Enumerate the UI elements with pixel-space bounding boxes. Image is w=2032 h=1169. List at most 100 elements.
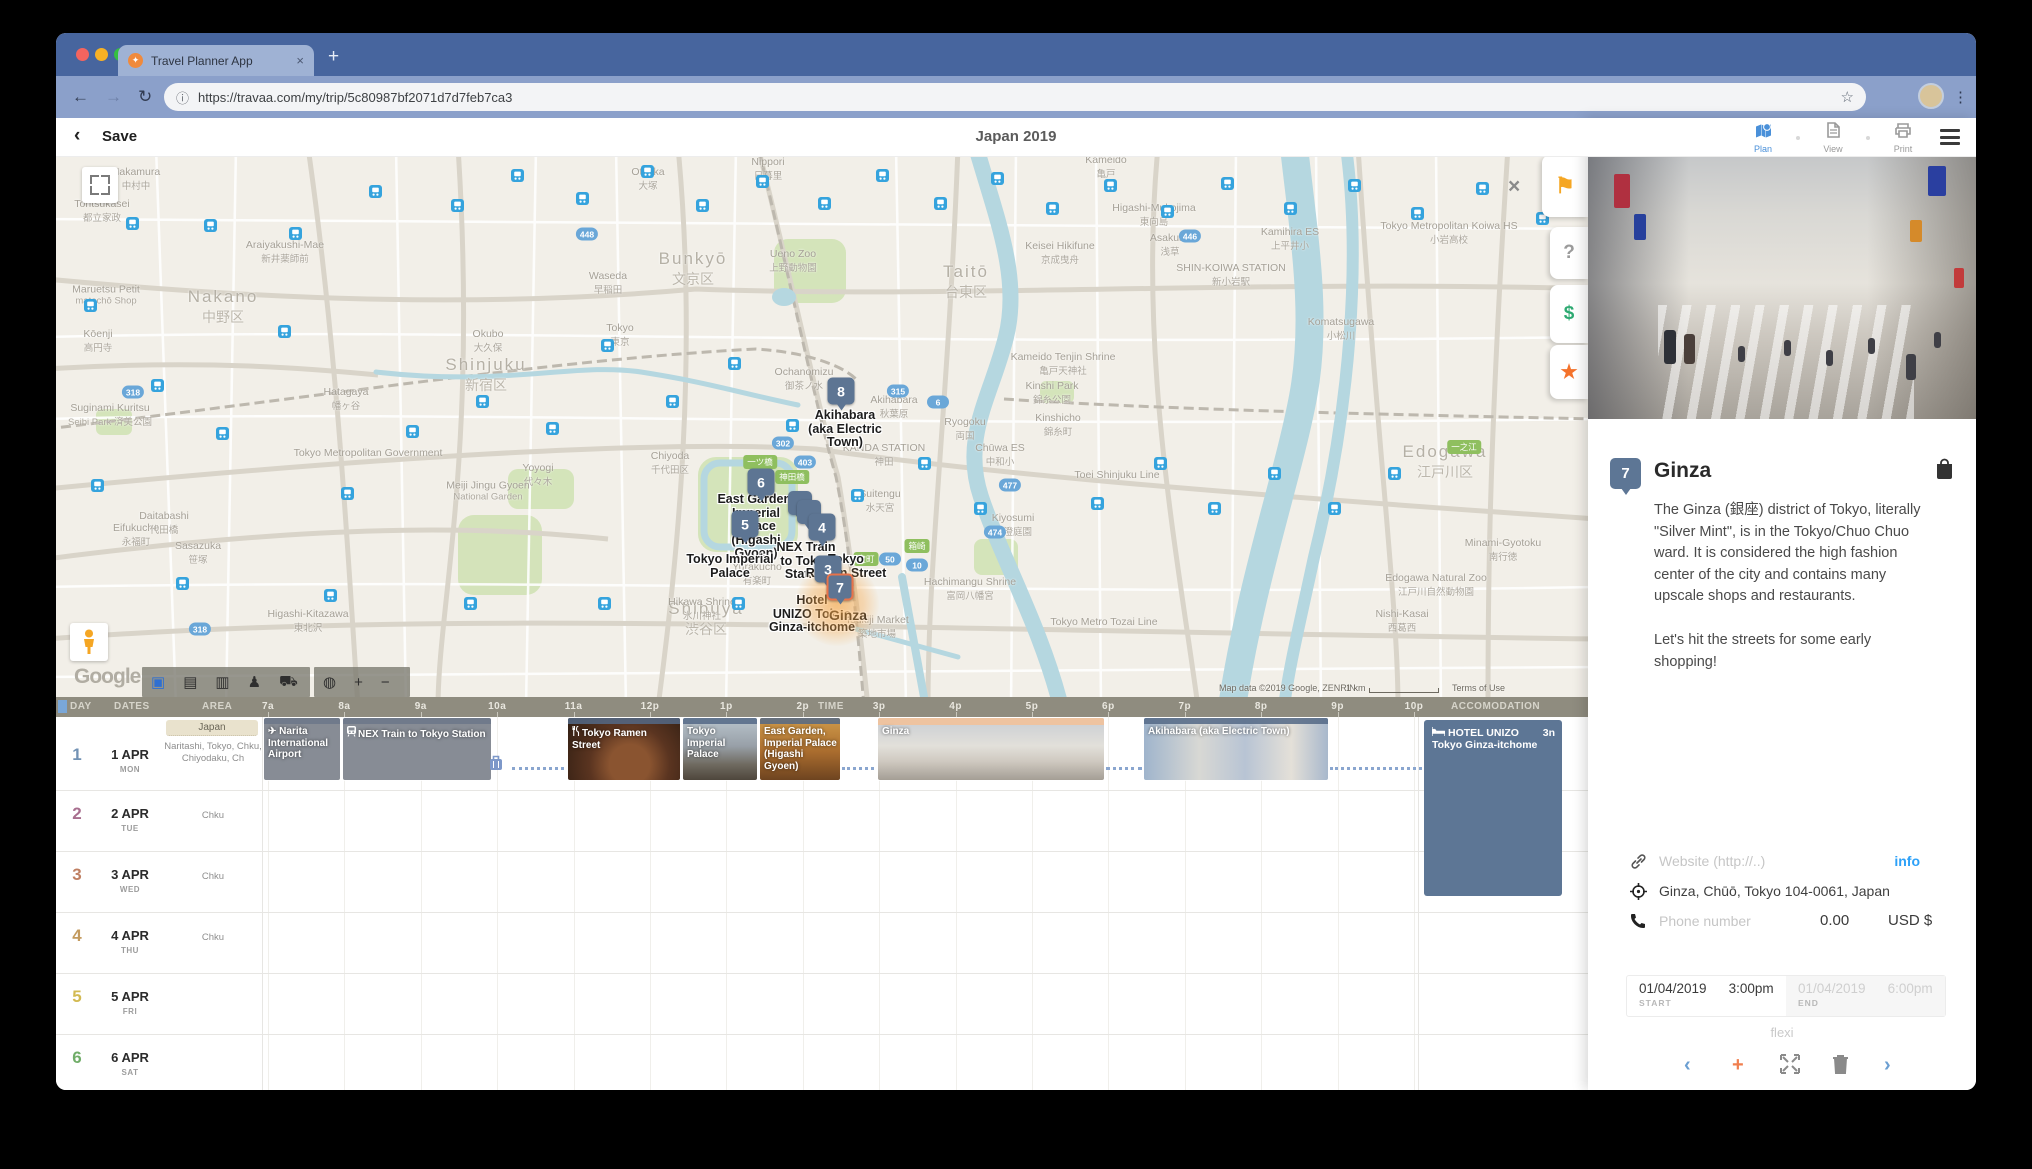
window-close-button[interactable] (76, 48, 89, 61)
day-row-5[interactable]: 55 APR FRI (56, 973, 1588, 1034)
side-tab-favorites-icon[interactable]: ★ (1550, 345, 1588, 399)
timeline-event[interactable]: Akihabara (aka Electric Town) (1144, 718, 1328, 780)
nav-view-button[interactable]: View (1814, 122, 1852, 154)
currency-label[interactable]: USD $ (1888, 912, 1932, 929)
route-shield: 315 (886, 384, 910, 398)
map-place-label: Chiyoda 千代田区 (650, 450, 690, 476)
train-station-icon (601, 339, 614, 352)
profile-avatar[interactable] (1918, 83, 1944, 109)
train-station-icon (176, 577, 189, 590)
url-bar[interactable]: ⓘ https://travaa.com/my/trip/5c80987bf20… (164, 83, 1866, 111)
map-marker-8[interactable]: 8 (827, 377, 855, 405)
timeline-event[interactable]: NEX Train to Tokyo Station (343, 718, 491, 780)
train-station-icon (451, 199, 464, 212)
pegman-icon[interactable] (70, 623, 108, 661)
accommodation-block[interactable]: HOTEL UNIZO Tokyo Ginza-itchome 3n (1424, 720, 1562, 896)
crosswalk-decoration (1657, 304, 1914, 419)
train-station-icon (728, 357, 741, 370)
window-minimize-button[interactable] (95, 48, 108, 61)
zoom-out-icon: − (380, 673, 390, 691)
walk-icon: ♟ (247, 674, 262, 691)
map-place-label: Hachimangu Shrine 富岡八幡宮 (923, 576, 1017, 602)
bookmark-star-icon[interactable]: ☆ (1841, 88, 1854, 106)
map-place-label: Edogawa Natural Zoo 江戸川自然動物園 (1385, 572, 1487, 598)
day-row-4[interactable]: 44 APR THU Chku (56, 912, 1588, 973)
start-datetime[interactable]: 01/04/2019 3:00pm START (1627, 976, 1786, 1016)
train-station-icon (756, 175, 769, 188)
place-detail-panel: 7 Ginza The Ginza (銀座) district of Tokyo… (1588, 118, 1976, 1090)
road-name-pill: 一ツ橋 (743, 455, 777, 469)
train-station-icon (576, 192, 589, 205)
side-tab-budget-icon[interactable]: $ (1550, 285, 1588, 343)
day-area-label: Naritashi, Tokyo, Chku, Chiyodaku, Ch (164, 741, 262, 764)
map-marker-5[interactable]: 5 (731, 510, 759, 538)
day-row-3[interactable]: 33 APR WED Chku (56, 851, 1588, 912)
map-place-label: Kameido 亀戸 (1085, 157, 1127, 180)
tab-close-icon[interactable]: × (296, 53, 304, 68)
day-row-6[interactable]: 66 APR SAT (56, 1034, 1588, 1090)
next-place-button[interactable]: › (1884, 1054, 1891, 1077)
hour-label: 5p (1025, 701, 1039, 712)
flexi-label: flexi (1770, 1025, 1794, 1040)
google-logo: Google (74, 665, 141, 688)
train-station-icon (1348, 179, 1361, 192)
map-place-label: Ueno Zoo 上野動物園 (769, 248, 817, 274)
app-nav: Plan View Print (1744, 122, 1922, 154)
hour-label: 3p (872, 701, 886, 712)
train-station-icon (991, 172, 1004, 185)
timeline-event[interactable]: Ginza (878, 718, 1104, 780)
place-title: Ginza (1654, 459, 1712, 482)
timeline-event[interactable]: ✈ Narita International Airport (264, 718, 340, 780)
nav-print-button[interactable]: Print (1884, 122, 1922, 154)
delete-button[interactable] (1832, 1054, 1849, 1080)
url-text[interactable]: https://travaa.com/my/trip/5c80987bf2071… (198, 90, 1841, 105)
back-icon[interactable]: ← (72, 87, 89, 107)
layers-icon: ▤ (183, 674, 198, 691)
browser-menu-icon[interactable]: ⋮ (1953, 88, 1968, 106)
timeline-scroll-thumb[interactable] (58, 700, 67, 713)
app-menu-icon[interactable] (1940, 129, 1960, 149)
browser-tab[interactable]: ✦ Travel Planner App × (118, 45, 314, 76)
map-zoom-toolbar[interactable]: ◍ + − (314, 667, 410, 697)
map-close-icon[interactable]: × (1508, 175, 1520, 199)
route-shield: 446 (1178, 229, 1202, 243)
train-station-icon (324, 589, 337, 602)
map-fullscreen-button[interactable] (82, 167, 118, 203)
map-canvas[interactable]: Nakamura 中村中 Toritsukasei 都立家政 Maruetsu Peti… (56, 157, 1588, 697)
map-pin-icon (1755, 122, 1772, 143)
hour-label: 4p (949, 701, 962, 712)
side-tab-help-icon[interactable]: ? (1550, 227, 1588, 279)
info-link[interactable]: info (1894, 853, 1920, 869)
train-station-icon (732, 597, 745, 610)
map-marker-6[interactable]: 6 (747, 468, 775, 496)
forward-icon[interactable]: → (105, 87, 122, 107)
add-button[interactable]: + (1732, 1054, 1744, 1077)
end-datetime[interactable]: 01/04/2019 6:00pm END (1786, 976, 1945, 1016)
info-icon[interactable]: ⓘ (176, 88, 189, 107)
train-station-icon (598, 597, 611, 610)
shopping-bag-icon (1935, 458, 1954, 484)
refresh-icon[interactable]: ↻ (138, 87, 152, 107)
zoom-in-icon: + (354, 673, 363, 691)
map-place-label: Meiji Jingu Gyoen National Garden (446, 479, 530, 503)
timeline-event[interactable]: Tokyo Ramen Street (568, 718, 680, 780)
side-tab-flag-icon[interactable]: ⚑ (1542, 155, 1588, 217)
timeline-event[interactable]: Tokyo Imperial Palace (683, 718, 757, 780)
day-area-label: Chku (201, 871, 225, 882)
day-row-2[interactable]: 22 APR TUE Chku (56, 790, 1588, 851)
map-terms-link[interactable]: Terms of Use (1452, 683, 1505, 693)
map-mode-toolbar[interactable]: ▣ ▤ ▥ ♟ ⛟ (142, 667, 310, 697)
map-place-label: Kinshi Park 錦糸公園 (1025, 380, 1079, 406)
map-marker-4[interactable]: 4 (808, 513, 836, 541)
prev-place-button[interactable]: ‹ (1684, 1054, 1691, 1077)
address-field[interactable]: Ginza, Chūō, Tokyo 104-0061, Japan (1630, 880, 1950, 902)
cost-amount[interactable]: 0.00 (1820, 912, 1849, 929)
train-station-icon (126, 217, 139, 230)
tab-title: Travel Planner App (151, 53, 253, 68)
timeline-event[interactable]: East Garden, Imperial Palace (Higashi Gy… (760, 718, 840, 780)
nav-plan-button[interactable]: Plan (1744, 122, 1782, 154)
map-place-label: Tokyo Metropolitan Koiwa HS 小岩高校 (1380, 220, 1518, 246)
expand-button[interactable] (1780, 1054, 1800, 1080)
new-tab-button[interactable]: + (328, 47, 339, 66)
map-marker-7[interactable]: 7 (826, 573, 854, 601)
